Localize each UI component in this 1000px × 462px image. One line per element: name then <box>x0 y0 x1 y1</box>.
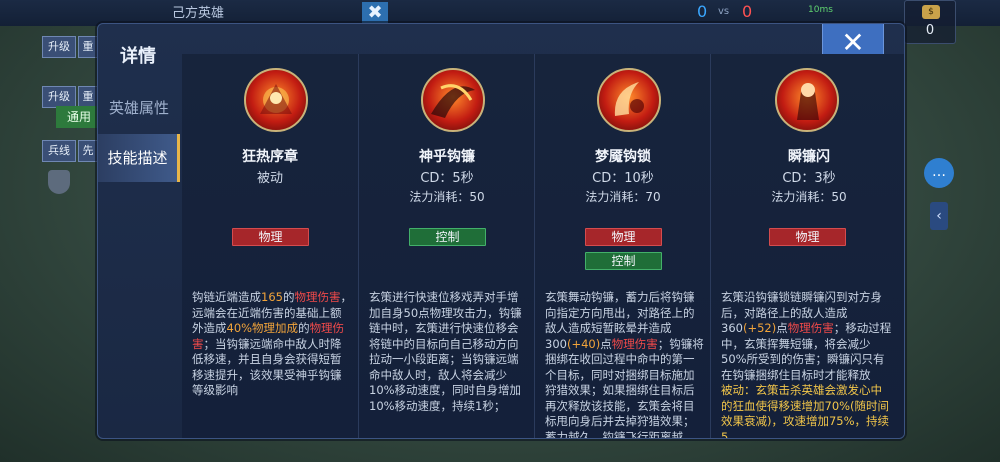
highlighted-text: 物理伤害 <box>294 290 341 304</box>
damage-type-tag: 物理 <box>232 228 309 246</box>
coin-value: 0 <box>925 23 935 38</box>
coin-bag-icon: $ <box>922 5 940 19</box>
skill-description: 玄策舞动钩镰，蓄力后将钩镰向指定方向甩出，对路径上的敌人造成短暂眩晕并造成300… <box>545 290 705 439</box>
skill-name: 瞬镰闪 <box>788 149 830 165</box>
skill-cooldown: 被动 <box>256 171 283 186</box>
chevron-left-icon[interactable]: ‹ <box>930 202 948 230</box>
skill-card-2: 梦魇钩锁 CD：10秒 法力消耗：70 物理 控制 玄策舞动钩镰，蓄力后将钩镰向… <box>534 54 710 439</box>
skill-name: 神乎钩镰 <box>419 149 475 165</box>
highlighted-text: 物理伤害 <box>611 336 658 351</box>
reset-button[interactable]: 重 <box>78 36 98 58</box>
description-text: ；当钩镰远端命中敌人时降低移速，并且自身会获得短暂移速提升，该效果受神乎钩镰等级… <box>192 336 342 398</box>
hud-close-icon[interactable]: ✖ <box>362 2 388 24</box>
skill-cooldown: CD：10秒 <box>592 171 654 186</box>
skill-cooldown: CD：3秒 <box>782 171 836 186</box>
highlighted-text: 40%物理加成 <box>226 321 299 335</box>
vs-label: vs <box>718 6 730 17</box>
skill-name: 狂热序章 <box>242 149 298 165</box>
team-title: 己方英雄 <box>172 6 225 21</box>
skill-icon-passive <box>244 68 308 132</box>
damage-type-tag: 物理 <box>585 228 662 246</box>
description-text: 的 <box>282 290 295 304</box>
description-text: 钩链近端造成 <box>192 290 261 304</box>
skill-cooldown: CD：5秒 <box>420 171 474 186</box>
skill-description: 玄策沿钩镰锁链瞬镰闪到对方身后，对路径上的敌人造成360(+52)点物理伤害；移… <box>721 290 893 439</box>
skill-card-3: 瞬镰闪 CD：3秒 法力消耗：50 物理 玄策沿钩镰锁链瞬镰闪到对方身后，对路径… <box>710 54 904 439</box>
reset-button[interactable]: 重 <box>78 86 98 108</box>
skill-mana-cost: 法力消耗：50 <box>771 190 847 204</box>
skill-mana-cost: 法力消耗：50 <box>409 190 485 204</box>
skill-icon-3 <box>775 68 839 132</box>
upgrade-button[interactable]: 升级 <box>42 36 76 58</box>
minion-wave-button[interactable]: 兵线 <box>42 140 76 162</box>
skill-card-passive: 狂热序章 被动 物理 钩链近端造成165的物理伤害，远端会在近端伤害的基础上额外… <box>182 54 358 438</box>
highlighted-text: 物理伤害 <box>787 321 834 335</box>
speech-bubble-icon[interactable]: … <box>924 158 954 188</box>
first-button[interactable]: 先 <box>78 140 98 162</box>
shield-icon <box>48 170 70 194</box>
skill-mana-cost: 法力消耗：70 <box>585 190 661 204</box>
skill-description: 钩链近端造成165的物理伤害，远端会在近端伤害的基础上额外造成40%物理加成的物… <box>192 290 352 438</box>
common-tag: 通用 <box>56 106 102 128</box>
skill-description: 玄策进行快速位移戏弄对手增加自身50点物理攻击力，钩镰链中时，玄策进行快速位移会… <box>369 290 529 438</box>
description-text: 点 <box>600 336 612 351</box>
highlighted-text: 165 <box>261 290 283 304</box>
hero-detail-modal: 详情 ✕ 英雄属性 技能描述 狂热序章 被动 物理 钩链近端造成165的物理伤害… <box>97 23 905 439</box>
upgrade-button[interactable]: 升级 <box>42 86 76 108</box>
highlighted-text: (+52) <box>742 321 777 335</box>
control-type-tag: 控制 <box>409 228 486 246</box>
highlighted-text: (+40) <box>566 336 601 351</box>
description-text: ；钩镰将捆绑在收回过程中命中的第一个目标，同时对捆绑目标施加狩猎效果；如果捆绑住… <box>545 336 704 439</box>
tab-hero-attributes[interactable]: 英雄属性 <box>98 84 180 132</box>
red-team-score: 0 <box>742 2 753 21</box>
description-text: 玄策进行快速位移戏弄对手增加自身50点物理攻击力，钩镰链中时，玄策进行快速位移会… <box>369 290 522 413</box>
skill-icon-2 <box>597 68 661 132</box>
skill-name: 梦魇钩锁 <box>595 149 651 165</box>
skill-icon-1 <box>421 68 485 132</box>
highlighted-text: 被动：玄策击杀英雄会激发心中的狂血使得移速增加70%(随时间效果衰减)，攻速增加… <box>721 383 890 439</box>
skill-card-1: 神乎钩镰 CD：5秒 法力消耗：50 控制 玄策进行快速位移戏弄对手增加自身50… <box>358 54 534 438</box>
description-text: 点 <box>776 321 788 335</box>
skill-content-panel: 狂热序章 被动 物理 钩链近端造成165的物理伤害，远端会在近端伤害的基础上额外… <box>182 54 904 439</box>
modal-title: 详情 <box>120 46 156 67</box>
description-text: 的 <box>298 321 310 335</box>
tab-skill-description[interactable]: 技能描述 <box>98 134 180 182</box>
network-latency: 10ms <box>808 5 833 15</box>
blue-team-score: 0 <box>697 2 708 21</box>
damage-type-tag: 物理 <box>769 228 846 246</box>
control-type-tag: 控制 <box>585 252 662 270</box>
coin-panel[interactable]: $ 0 <box>904 0 956 44</box>
